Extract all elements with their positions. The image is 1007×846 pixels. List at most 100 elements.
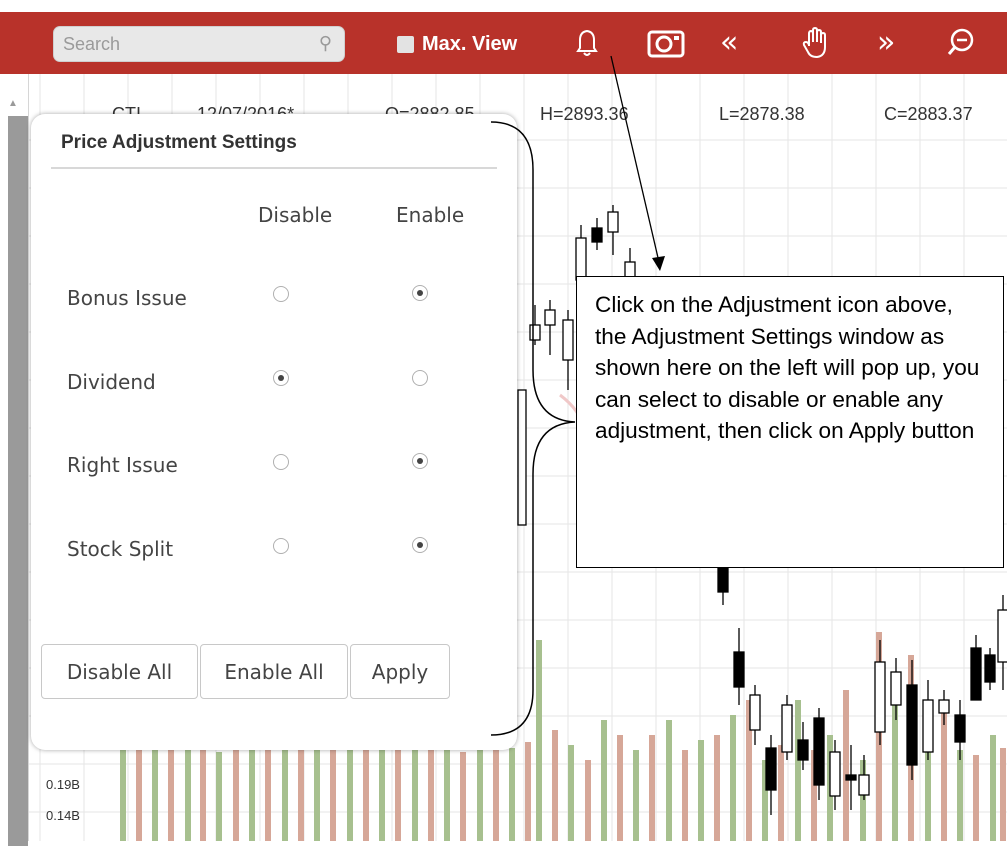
volume-bar (525, 742, 531, 841)
volume-bar (730, 715, 736, 841)
candle-body (997, 609, 1007, 663)
candle-body (517, 389, 527, 526)
candle-body (954, 714, 966, 743)
volume-bar (460, 752, 466, 841)
volume-bar (477, 745, 483, 841)
row-label-stock-split: Stock Split (67, 537, 174, 561)
row-label-dividend: Dividend (67, 370, 156, 394)
radio-right-issue-disable[interactable] (273, 454, 289, 470)
volume-bar (843, 690, 849, 841)
candle-body (938, 699, 950, 714)
radio-dividend-enable[interactable] (412, 370, 428, 386)
volume-bar (493, 738, 499, 841)
volume-bar (957, 750, 963, 841)
candle-body (591, 227, 603, 243)
volume-bar (585, 760, 591, 841)
candle-body (749, 694, 761, 731)
volume-bar (795, 700, 801, 841)
volume-bar (428, 744, 434, 841)
candle-body (529, 324, 541, 341)
volume-bar (347, 742, 353, 841)
candle-body (781, 704, 793, 753)
candle-body (984, 654, 996, 683)
volume-bar (200, 738, 206, 841)
volume-bar (185, 745, 191, 841)
volume-bar (282, 740, 288, 841)
dialog-title: Price Adjustment Settings (61, 132, 297, 153)
ohlc-high: H=2893.36 (540, 104, 629, 124)
dialog-divider (51, 167, 497, 169)
volume-bar (860, 760, 866, 841)
radio-dividend-disable[interactable] (273, 370, 289, 386)
volume-bar (778, 745, 784, 841)
max-view-toggle[interactable]: Max. View (397, 32, 517, 56)
volume-bar (395, 740, 401, 841)
radio-bonus-issue-disable[interactable] (273, 286, 289, 302)
volume-tick-label: 0.19B (46, 777, 80, 792)
volume-bar (363, 736, 369, 841)
double-left-icon[interactable]: « (720, 26, 738, 60)
enable-all-button[interactable]: Enable All (200, 644, 348, 699)
chart-toolbar: Search ⚲ Max. View « » (0, 12, 1007, 74)
candle-body (562, 319, 574, 361)
volume-bar (568, 745, 574, 841)
volume-bar (136, 745, 142, 841)
search-placeholder: Search (63, 34, 121, 54)
scroll-track[interactable] (8, 116, 28, 846)
volume-bar (233, 742, 239, 841)
volume-bar (379, 746, 385, 841)
magnifier-icon[interactable]: ⚲ (319, 33, 332, 54)
row-label-right-issue: Right Issue (67, 453, 178, 477)
candle-body (544, 309, 556, 326)
volume-bar (617, 735, 623, 841)
search-input[interactable]: Search ⚲ (53, 26, 345, 62)
volume-bar (249, 736, 255, 841)
volume-bar (330, 750, 336, 841)
volume-bar (666, 720, 672, 841)
adjustment-icon[interactable] (646, 26, 686, 68)
price-adjustment-dialog: Price Adjustment Settings Disable Enable… (31, 114, 517, 750)
apply-button[interactable]: Apply (350, 644, 450, 699)
volume-bar (552, 730, 558, 841)
bell-icon[interactable] (572, 26, 602, 68)
volume-bar (412, 750, 418, 841)
max-view-checkbox[interactable] (397, 35, 414, 53)
volume-bar (168, 750, 174, 841)
radio-stock-split-disable[interactable] (273, 538, 289, 554)
row-label-bonus-issue: Bonus Issue (67, 286, 187, 310)
volume-bar (298, 745, 304, 841)
ohlc-close: C=2883.37 (884, 104, 973, 124)
double-right-icon[interactable]: » (877, 26, 895, 60)
disable-all-button[interactable]: Disable All (41, 644, 198, 699)
volume-bar (509, 748, 515, 841)
zoom-out-icon[interactable] (945, 26, 975, 68)
radio-bonus-issue-enable[interactable] (412, 285, 428, 301)
ohlc-low: L=2878.38 (719, 104, 805, 124)
candle-body (890, 671, 902, 706)
volume-tick-label: 0.14B (46, 808, 80, 823)
volume-bar (714, 735, 720, 841)
volume-bar (120, 735, 126, 841)
candle-body (906, 684, 918, 766)
top-gap (0, 0, 1007, 12)
chart-left-scrollbar[interactable]: ▲ (0, 74, 29, 846)
radio-right-issue-enable[interactable] (412, 453, 428, 469)
candle-body (575, 237, 587, 281)
volume-bar (1000, 748, 1006, 841)
scroll-up-icon[interactable]: ▲ (8, 98, 18, 109)
volume-bar (973, 755, 979, 841)
volume-bar (314, 738, 320, 841)
column-header-enable: Enable (396, 203, 465, 227)
volume-bar (633, 750, 639, 841)
candle-body (607, 211, 619, 233)
candle-body (970, 647, 982, 701)
radio-stock-split-enable[interactable] (412, 537, 428, 553)
instruction-callout: Click on the Adjustment icon above, the … (576, 276, 1004, 568)
callout-text: Click on the Adjustment icon above, the … (595, 292, 980, 443)
max-view-label: Max. View (422, 32, 518, 55)
candle-body (829, 751, 841, 797)
hand-icon[interactable] (800, 26, 830, 68)
volume-bar (649, 735, 655, 841)
candle-body (717, 564, 729, 593)
volume-bar (892, 700, 898, 841)
